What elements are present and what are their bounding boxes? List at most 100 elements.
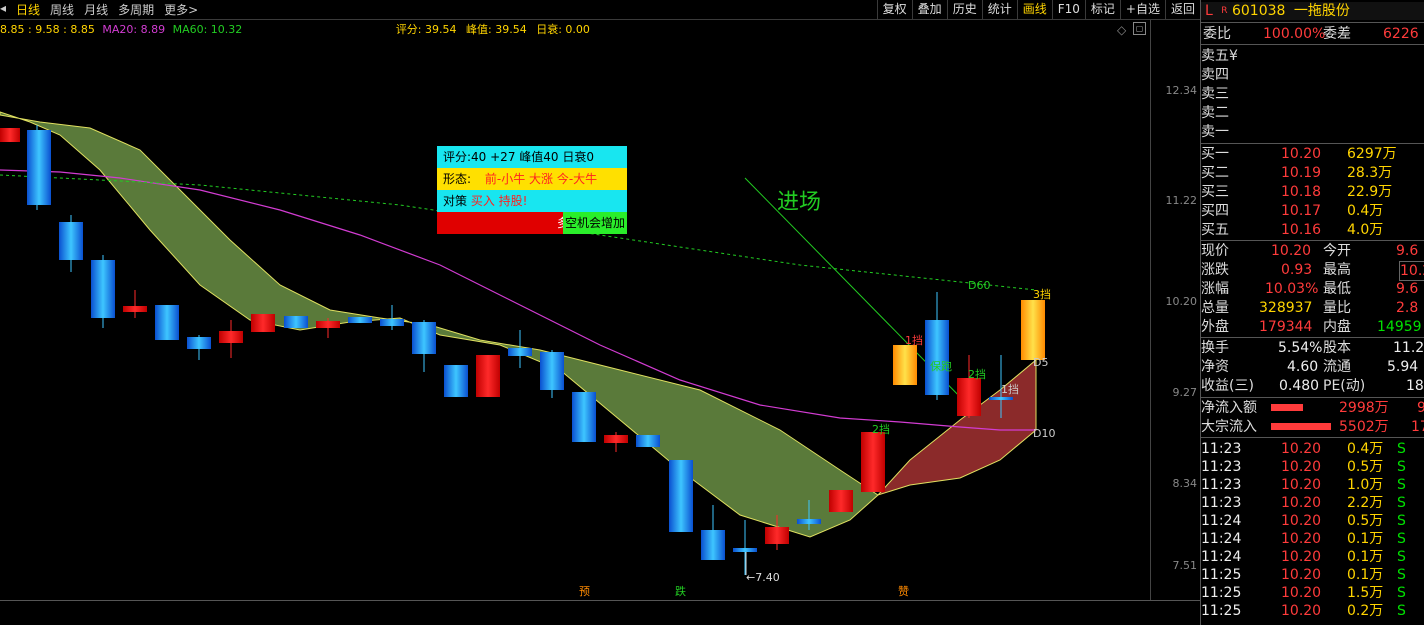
- history-button[interactable]: 历史: [946, 0, 982, 19]
- stock-flag: L: [1205, 3, 1213, 19]
- tag-2a: 2挡: [968, 367, 986, 381]
- quote-panel: L R 601038 一拖股份 委比 100.00% 委差 6226 卖五¥ 卖…: [1200, 0, 1424, 625]
- candle: [861, 432, 885, 492]
- y-label: 12.34: [1165, 84, 1198, 97]
- candle: [284, 316, 308, 328]
- diamond-icon[interactable]: ◇: [1117, 23, 1126, 37]
- tick-row: 11:23 10.20 2.2万 S: [1201, 495, 1406, 511]
- candle: [123, 306, 147, 312]
- tab-daily[interactable]: 日线: [16, 1, 40, 18]
- low-price-label: ←7.40: [746, 571, 780, 584]
- candle: [476, 355, 500, 397]
- draw-button[interactable]: 画线: [1016, 0, 1052, 19]
- f10-button[interactable]: F10: [1051, 0, 1085, 19]
- tick-row: 11:24 10.20 0.5万 S: [1201, 513, 1406, 529]
- function-toolbar: 复权 叠加 历史 统计 画线 F10 标记 +自选 返回: [876, 0, 1200, 19]
- period-tabs: ◂ 日线 周线 月线 多周期 更多>: [0, 1, 198, 18]
- indicator-line: 8.85 : 9.58 : 8.85 MA20: 8.89 MA60: 10.3…: [0, 21, 590, 37]
- candle: [412, 322, 436, 354]
- candle: [669, 460, 693, 532]
- add-watchlist-button[interactable]: +自选: [1119, 0, 1165, 19]
- quote-row: 涨跌0.93最高10.2: [1201, 261, 1424, 281]
- y-label: 7.51: [1172, 559, 1198, 572]
- ma-values: 8.85 : 9.58 : 8.85: [0, 23, 95, 36]
- period-toolbar: ◂ 日线 周线 月线 多周期 更多> 复权 叠加 历史 统计 画线 F10 标记…: [0, 0, 1200, 20]
- quote-row: 外盘 179344 内盘 14959: [1201, 319, 1422, 335]
- candle: [27, 130, 51, 205]
- y-label: 9.27: [1172, 386, 1198, 399]
- candle: [348, 317, 372, 323]
- tab-weekly[interactable]: 周线: [50, 1, 74, 18]
- quote-row: 总量 328937 量比 2.8: [1201, 300, 1419, 316]
- candle: [765, 527, 789, 544]
- mark-button[interactable]: 标记: [1084, 0, 1120, 19]
- candle: [893, 345, 917, 385]
- bottom-mark: 赞: [898, 585, 909, 598]
- candle: [380, 319, 404, 326]
- tick-row: 11:25 10.20 1.5万 S: [1201, 585, 1406, 601]
- candle: [989, 397, 1013, 400]
- d5-label: D5: [1033, 356, 1048, 369]
- quote-row: 涨幅 10.03% 最低 9.6: [1201, 281, 1419, 297]
- tick-row: 11:23 10.20 0.5万 S: [1201, 459, 1406, 475]
- sell-level-4: 卖四: [1201, 67, 1229, 83]
- candle: [0, 128, 20, 142]
- stats-button[interactable]: 统计: [981, 0, 1017, 19]
- ma20-value: MA20: 8.89: [102, 23, 166, 36]
- buy-level-3: 买三 10.18 22.9万: [1201, 184, 1393, 200]
- sell-level-1: 卖一: [1201, 124, 1229, 140]
- overlay-button[interactable]: 叠加: [911, 0, 947, 19]
- tick-row: 11:24 10.20 0.1万 S: [1201, 531, 1406, 547]
- candle: [925, 320, 949, 395]
- y-label: 10.20: [1165, 295, 1198, 308]
- score-value: 评分: 39.54: [395, 23, 457, 36]
- prev-icon[interactable]: ◂: [0, 1, 6, 18]
- stock-code: 601038: [1231, 3, 1286, 19]
- candle: [604, 435, 628, 443]
- score-row: 评分:40 +27 峰值40 日衰0: [437, 146, 627, 168]
- window-icon[interactable]: ▢: [1133, 22, 1146, 35]
- candle: [444, 365, 468, 397]
- tag-1b: 1挡: [905, 333, 923, 347]
- d60-label: D60: [968, 279, 990, 292]
- candle: [701, 530, 725, 560]
- stock-header: L R 601038 一拖股份: [1201, 2, 1424, 20]
- candle: [155, 305, 179, 340]
- adjust-button[interactable]: 复权: [876, 0, 912, 19]
- buy-level-2: 买二 10.19 28.3万: [1201, 165, 1393, 181]
- bull-bear-row: 多 空机会增加: [437, 212, 627, 234]
- tag-3: 3挡: [1033, 287, 1051, 301]
- sell-level-3: 卖三: [1201, 86, 1229, 102]
- decay-value: 日衰: 0.00: [536, 23, 590, 36]
- buy-level-1: 买一 10.20 6297万: [1201, 146, 1397, 162]
- bottom-mark: 跌: [675, 584, 686, 598]
- buy-level-4: 买四 10.17 0.4万: [1201, 203, 1384, 219]
- entry-label: 进场: [777, 190, 821, 215]
- candle: [508, 348, 532, 356]
- candle: [829, 490, 853, 512]
- y-label: 8.34: [1172, 477, 1198, 490]
- fund-row: 收益(三) 0.480 PE(动) 18: [1201, 378, 1424, 394]
- d10-label: D10: [1033, 427, 1055, 440]
- candle: [636, 435, 660, 447]
- tab-monthly[interactable]: 月线: [84, 1, 108, 18]
- tab-more[interactable]: 更多>: [164, 1, 198, 18]
- tick-row: 11:23 10.20 1.0万 S: [1201, 477, 1406, 493]
- price-axis: 12.34 11.22 10.20 9.27 8.34 7.51: [1150, 20, 1201, 600]
- candle: [316, 321, 340, 328]
- ma60-value: MA60: 10.32: [172, 23, 243, 36]
- buy-level-5: 买五 10.16 4.0万: [1201, 222, 1384, 238]
- tick-row: 11:24 10.20 0.1万 S: [1201, 549, 1406, 565]
- tick-row: 11:25 10.20 0.1万 S: [1201, 567, 1406, 583]
- signal-infobox: 评分:40 +27 峰值40 日衰0 形态: 前-小牛 大涨 今-大牛 对策 买…: [437, 146, 627, 236]
- pattern-row: 形态: 前-小牛 大涨 今-大牛: [437, 168, 627, 190]
- tab-multi-period[interactable]: 多周期: [118, 1, 154, 18]
- quote-row: 现价 10.20 今开 9.6: [1201, 243, 1419, 259]
- net-inflow-row: 净流入额 2998万 9: [1201, 400, 1424, 416]
- y-label: 11.22: [1165, 194, 1198, 207]
- back-button[interactable]: 返回: [1164, 0, 1200, 19]
- kline-chart[interactable]: 进场 D60 3挡 D5 D10 2挡 1挡 2挡 1挡 保跑 ←7.40 预 …: [0, 38, 1150, 600]
- chart-divider: [0, 600, 1200, 601]
- candle: [251, 314, 275, 332]
- bottom-mark: 预: [579, 585, 590, 598]
